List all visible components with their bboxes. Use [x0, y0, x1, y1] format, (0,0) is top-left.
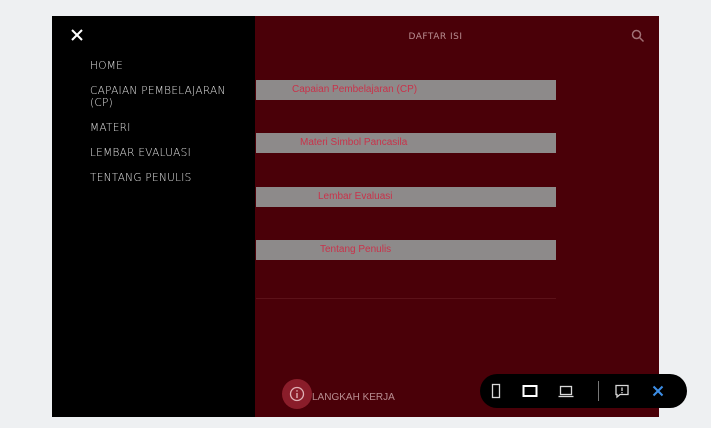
info-button[interactable] [282, 379, 312, 409]
lembar-evaluasi-label: Lembar Evaluasi [318, 191, 393, 202]
tentang-penulis-button[interactable]: Tentang Penulis [256, 240, 556, 260]
laptop-icon[interactable] [558, 383, 574, 399]
materi-label: Materi Simbol Pancasila [300, 137, 408, 148]
phone-portrait-icon[interactable] [488, 383, 504, 399]
info-icon [289, 386, 305, 402]
materi-button[interactable]: Materi Simbol Pancasila [256, 133, 556, 153]
toolbar-close-icon[interactable] [650, 383, 666, 399]
device-toolbar [480, 374, 687, 408]
toolbar-separator [598, 381, 599, 401]
lembar-evaluasi-button[interactable]: Lembar Evaluasi [256, 187, 556, 207]
drawer-nav: HOME CAPAIAN PEMBELAJARAN (CP) MATERI LE… [90, 60, 250, 197]
close-icon[interactable] [70, 28, 84, 42]
navigation-drawer: HOME CAPAIAN PEMBELAJARAN (CP) MATERI LE… [52, 16, 255, 417]
tablet-landscape-icon[interactable] [522, 383, 538, 399]
app-frame: DAFTAR ISI Capaian Pembelajaran (CP) Mat… [52, 16, 659, 417]
nav-item-lembar-evaluasi[interactable]: LEMBAR EVALUASI [90, 147, 250, 159]
nav-item-capaian-pembelajaran[interactable]: CAPAIAN PEMBELAJARAN (CP) [90, 85, 250, 109]
nav-item-materi[interactable]: MATERI [90, 122, 250, 134]
capaian-pembelajaran-button[interactable]: Capaian Pembelajaran (CP) [256, 80, 556, 100]
nav-item-home[interactable]: HOME [90, 60, 250, 72]
search-icon[interactable] [631, 29, 645, 43]
capaian-pembelajaran-label: Capaian Pembelajaran (CP) [292, 84, 418, 95]
tentang-penulis-label: Tentang Penulis [320, 244, 392, 255]
nav-item-tentang-penulis[interactable]: TENTANG PENULIS [90, 172, 250, 184]
divider [256, 298, 556, 299]
feedback-icon[interactable] [614, 383, 630, 399]
langkah-kerja-label[interactable]: LANGKAH KERJA [312, 392, 395, 403]
